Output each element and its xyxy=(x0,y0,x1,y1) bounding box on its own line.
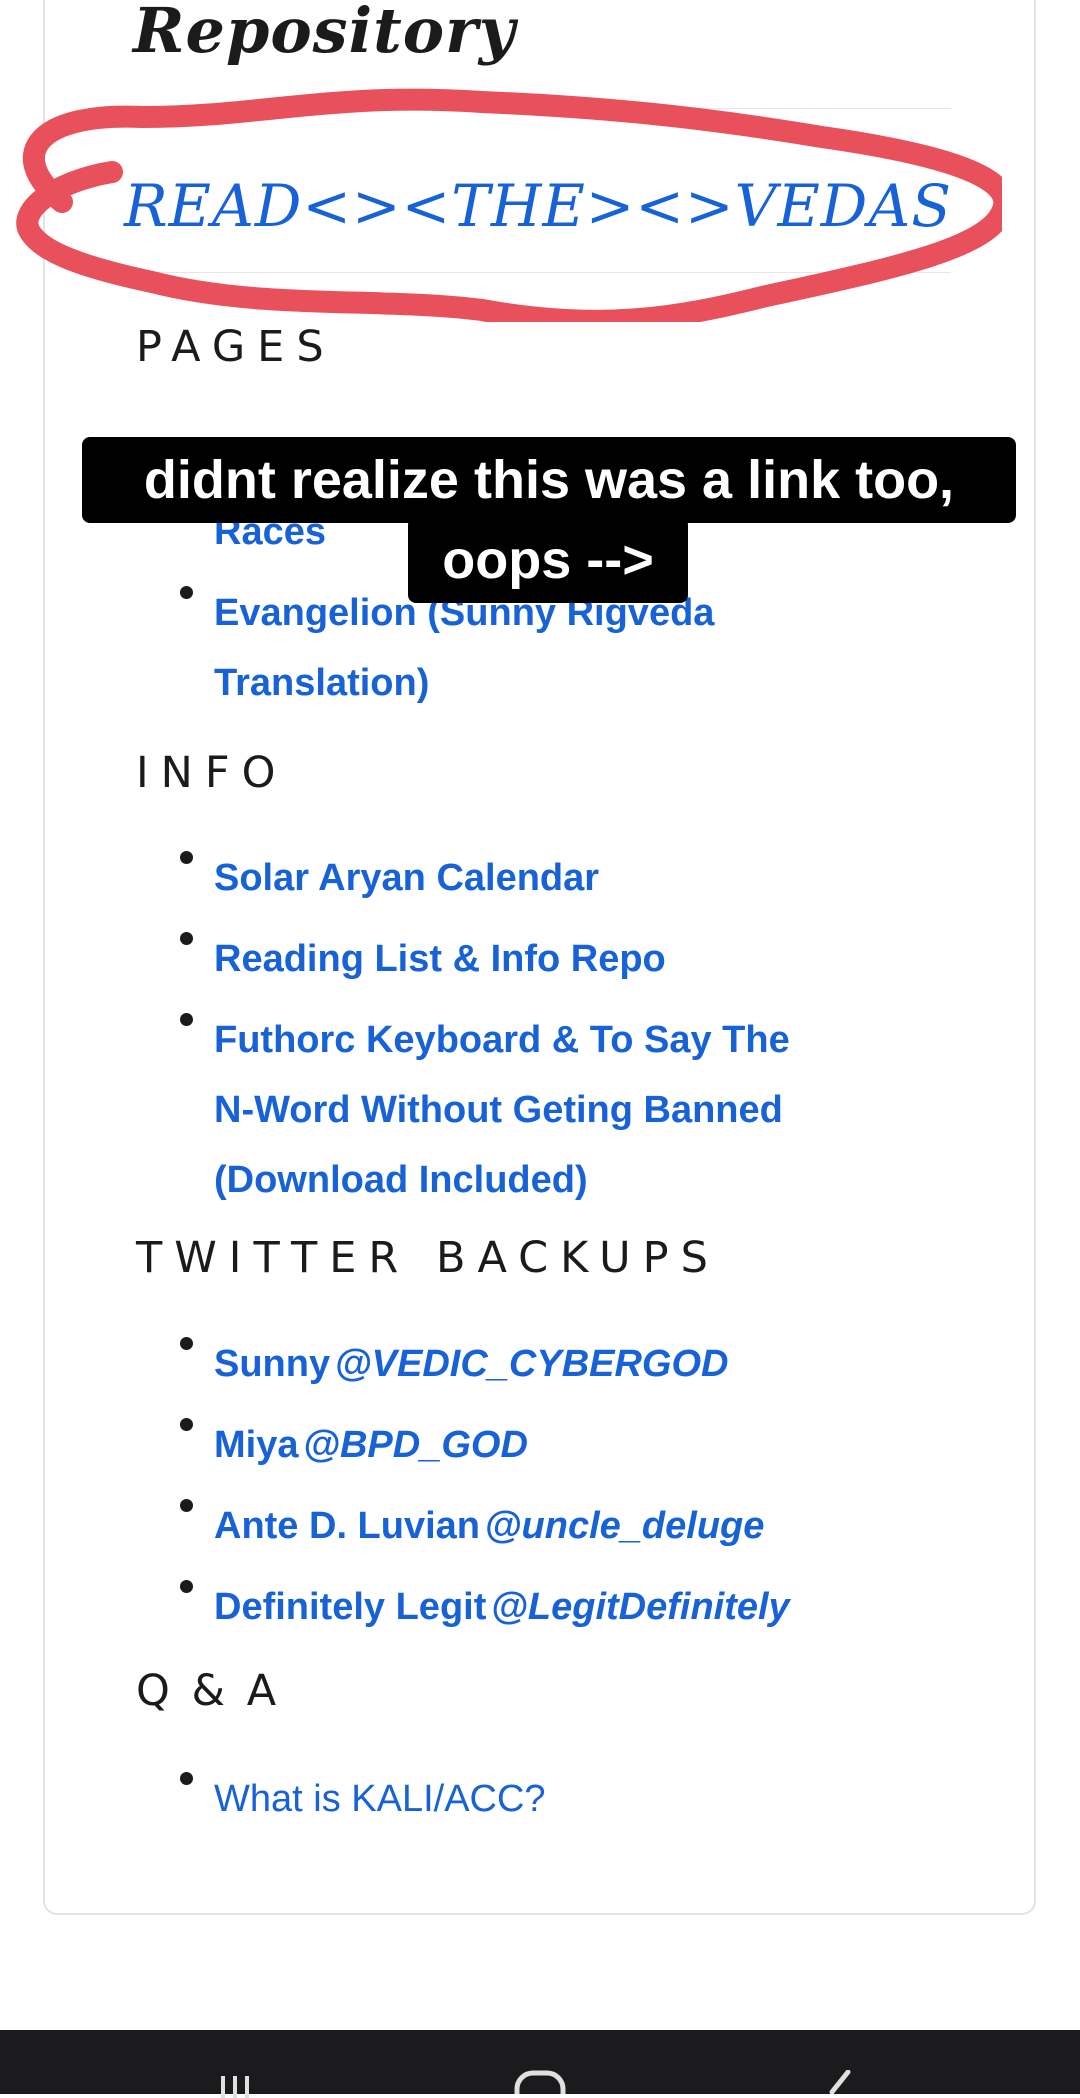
twitter-handle-link[interactable]: @LegitDefinitely xyxy=(491,1586,790,1628)
list-item: Sunny @VEDIC_CYBERGOD xyxy=(180,1333,790,1403)
pages-heading: PAGES xyxy=(136,322,336,372)
list-item: Miya @BPD_GOD xyxy=(180,1414,790,1484)
list-item: Reading List & Info Repo xyxy=(180,928,790,998)
solar-aryan-calendar-link[interactable]: Solar Aryan Calendar xyxy=(214,857,599,899)
caption-line-2: oops --> xyxy=(408,517,688,603)
kali-acc-link[interactable]: What is KALI/ACC? xyxy=(214,1778,546,1820)
link-line: Futhorc Keyboard & To Say The xyxy=(214,1019,790,1061)
list-item: Evangelion (Sunny Rigveda Translation) xyxy=(180,582,714,722)
link-line: N-Word Without Geting Banned xyxy=(214,1089,783,1131)
twitter-name-link[interactable]: Definitely Legit xyxy=(214,1586,486,1628)
list-item: What is KALI/ACC? xyxy=(180,1768,546,1838)
futhorc-keyboard-link[interactable]: Futhorc Keyboard & To Say The N-Word With… xyxy=(214,1019,790,1201)
red-circle-annotation xyxy=(16,88,1002,322)
list-item: Ante D. Luvian @uncle_deluge xyxy=(180,1495,790,1565)
twitter-name-link[interactable]: Sunny xyxy=(214,1343,330,1385)
info-heading: INFO xyxy=(136,748,288,798)
link-line: (Download Included) xyxy=(214,1159,588,1201)
list-item: Solar Aryan Calendar xyxy=(180,847,790,917)
list-item: Futhorc Keyboard & To Say The N-Word With… xyxy=(180,1009,790,1219)
evangelion-link[interactable]: Evangelion (Sunny Rigveda Translation) xyxy=(214,592,714,704)
twitter-handle-link[interactable]: @VEDIC_CYBERGOD xyxy=(335,1343,729,1385)
link-line: Translation) xyxy=(214,662,430,704)
twitter-name-link[interactable]: Miya xyxy=(214,1424,298,1466)
twitter-list: Sunny @VEDIC_CYBERGOD Miya @BPD_GOD Ante… xyxy=(180,1333,790,1657)
caption-line-1: didnt realize this was a link too, xyxy=(82,437,1016,523)
twitter-name-link[interactable]: Ante D. Luvian xyxy=(214,1505,480,1547)
twitter-handle-link[interactable]: @uncle_deluge xyxy=(484,1505,764,1547)
twitter-backups-heading: TWITTER BACKUPS xyxy=(136,1233,720,1283)
qa-list: What is KALI/ACC? xyxy=(180,1768,546,1838)
recent-apps-icon[interactable] xyxy=(215,2074,255,2098)
info-list: Solar Aryan Calendar Reading List & Info… xyxy=(180,847,790,1230)
list-item: Definitely Legit @LegitDefinitely xyxy=(180,1576,790,1646)
reading-list-link[interactable]: Reading List & Info Repo xyxy=(214,938,666,980)
home-icon[interactable] xyxy=(514,2070,566,2094)
twitter-handle-link[interactable]: @BPD_GOD xyxy=(303,1424,528,1466)
back-icon[interactable] xyxy=(820,2070,860,2094)
system-nav-bar xyxy=(0,2030,1080,2098)
qa-heading: Q & A xyxy=(136,1666,281,1716)
site-title: Repository xyxy=(133,0,516,67)
